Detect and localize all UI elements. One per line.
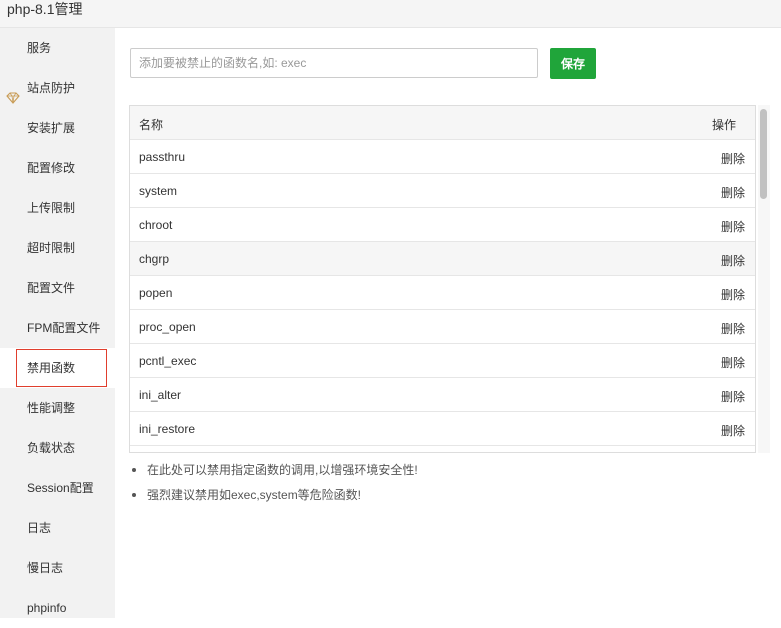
help-tips: 在此处可以禁用指定函数的调用,以增强环境安全性! 强烈建议禁用如exec,sys… — [129, 460, 729, 510]
sidebar-item-phpinfo[interactable]: phpinfo — [0, 588, 115, 628]
sidebar: 服务 站点防护 安装扩展 配置修改 上传限制 超时限制 配置文件 FPM配置文件… — [0, 28, 115, 618]
tip-text: 在此处可以禁用指定函数的调用,以增强环境安全性! — [147, 463, 418, 477]
table-row: pcntl_exec 删除 — [130, 344, 755, 378]
sidebar-item-label: phpinfo — [27, 601, 67, 615]
sidebar-item-config-file[interactable]: 配置文件 — [0, 268, 115, 308]
bullet-icon — [132, 468, 136, 472]
function-name-input[interactable] — [130, 48, 538, 78]
function-name: popen — [139, 286, 173, 300]
delete-link[interactable]: 删除 — [721, 218, 745, 235]
column-header-action: 操作 — [711, 118, 736, 132]
sidebar-item-label: FPM配置文件 — [27, 321, 101, 335]
table-row: passthru 删除 — [130, 140, 755, 174]
function-name: proc_open — [139, 320, 196, 334]
sidebar-item-label: 负载状态 — [27, 441, 76, 455]
delete-link[interactable]: 删除 — [721, 184, 745, 201]
function-name: passthru — [139, 150, 186, 164]
delete-link[interactable]: 删除 — [721, 320, 745, 337]
sidebar-item-log[interactable]: 日志 — [0, 508, 115, 548]
table-row: chroot 删除 — [130, 208, 755, 242]
delete-link[interactable]: 删除 — [721, 388, 745, 405]
table-row: ini_restore 删除 — [130, 412, 755, 446]
save-button[interactable]: 保存 — [550, 48, 596, 79]
sidebar-item-slow-log[interactable]: 慢日志 — [0, 548, 115, 588]
table-scrollbar[interactable] — [758, 105, 770, 453]
tip-item: 强烈建议禁用如exec,system等危险函数! — [129, 485, 729, 510]
function-name: ini_restore — [139, 422, 196, 436]
sidebar-item-service[interactable]: 服务 — [0, 28, 115, 68]
sidebar-item-label: 站点防护 — [27, 81, 76, 95]
scrollbar-thumb[interactable] — [760, 109, 767, 199]
table-row: popen 删除 — [130, 276, 755, 310]
bullet-icon — [132, 493, 136, 497]
table-row: system 删除 — [130, 174, 755, 208]
delete-link[interactable]: 删除 — [721, 422, 745, 439]
table-row: proc_open 删除 — [130, 310, 755, 344]
function-name: chroot — [139, 218, 173, 232]
sidebar-item-label: 配置文件 — [27, 281, 76, 295]
delete-link[interactable]: 删除 — [721, 354, 745, 371]
table-row: chgrp 删除 — [130, 242, 755, 276]
sidebar-item-install-extension[interactable]: 安装扩展 — [0, 108, 115, 148]
sidebar-item-label: 服务 — [27, 41, 52, 55]
diamond-icon — [6, 81, 20, 104]
sidebar-item-upload-limit[interactable]: 上传限制 — [0, 188, 115, 228]
function-name: ini_alter — [139, 388, 182, 402]
sidebar-item-label: 性能调整 — [27, 401, 76, 415]
function-name: system — [139, 184, 178, 198]
function-name: chgrp — [139, 252, 170, 266]
sidebar-item-load-status[interactable]: 负载状态 — [0, 428, 115, 468]
sidebar-item-label: 上传限制 — [27, 201, 76, 215]
sidebar-item-label: 安装扩展 — [27, 121, 76, 135]
table-row: ini_alter 删除 — [130, 378, 755, 412]
disabled-functions-table: 名称 操作 passthru 删除 system 删除 chroot 删除 ch… — [129, 105, 756, 453]
sidebar-item-label: Session配置 — [27, 481, 94, 495]
sidebar-item-fpm-config-file[interactable]: FPM配置文件 — [0, 308, 115, 348]
delete-link[interactable]: 删除 — [721, 286, 745, 303]
window-title: php-8.1管理 — [7, 1, 83, 17]
sidebar-item-label: 禁用函数 — [27, 361, 76, 375]
sidebar-item-session-config[interactable]: Session配置 — [0, 468, 115, 508]
sidebar-item-config-modify[interactable]: 配置修改 — [0, 148, 115, 188]
window-titlebar: php-8.1管理 — [0, 0, 781, 28]
main-panel: 保存 名称 操作 passthru 删除 system 删除 chroot 删除… — [115, 28, 781, 618]
sidebar-item-performance-tuning[interactable]: 性能调整 — [0, 388, 115, 428]
column-header-name: 名称 — [139, 118, 164, 132]
sidebar-item-timeout-limit[interactable]: 超时限制 — [0, 228, 115, 268]
sidebar-item-label: 日志 — [27, 521, 52, 535]
function-name: pcntl_exec — [139, 354, 197, 368]
sidebar-item-site-protection[interactable]: 站点防护 — [0, 68, 115, 108]
sidebar-item-disabled-functions[interactable]: 禁用函数 — [0, 348, 115, 388]
sidebar-item-label: 超时限制 — [27, 241, 76, 255]
delete-link[interactable]: 删除 — [721, 150, 745, 167]
sidebar-item-label: 慢日志 — [27, 561, 64, 575]
delete-link[interactable]: 删除 — [721, 252, 745, 269]
sidebar-item-label: 配置修改 — [27, 161, 76, 175]
tip-text: 强烈建议禁用如exec,system等危险函数! — [147, 488, 362, 502]
table-header: 名称 操作 — [130, 106, 755, 140]
tip-item: 在此处可以禁用指定函数的调用,以增强环境安全性! — [129, 460, 729, 485]
